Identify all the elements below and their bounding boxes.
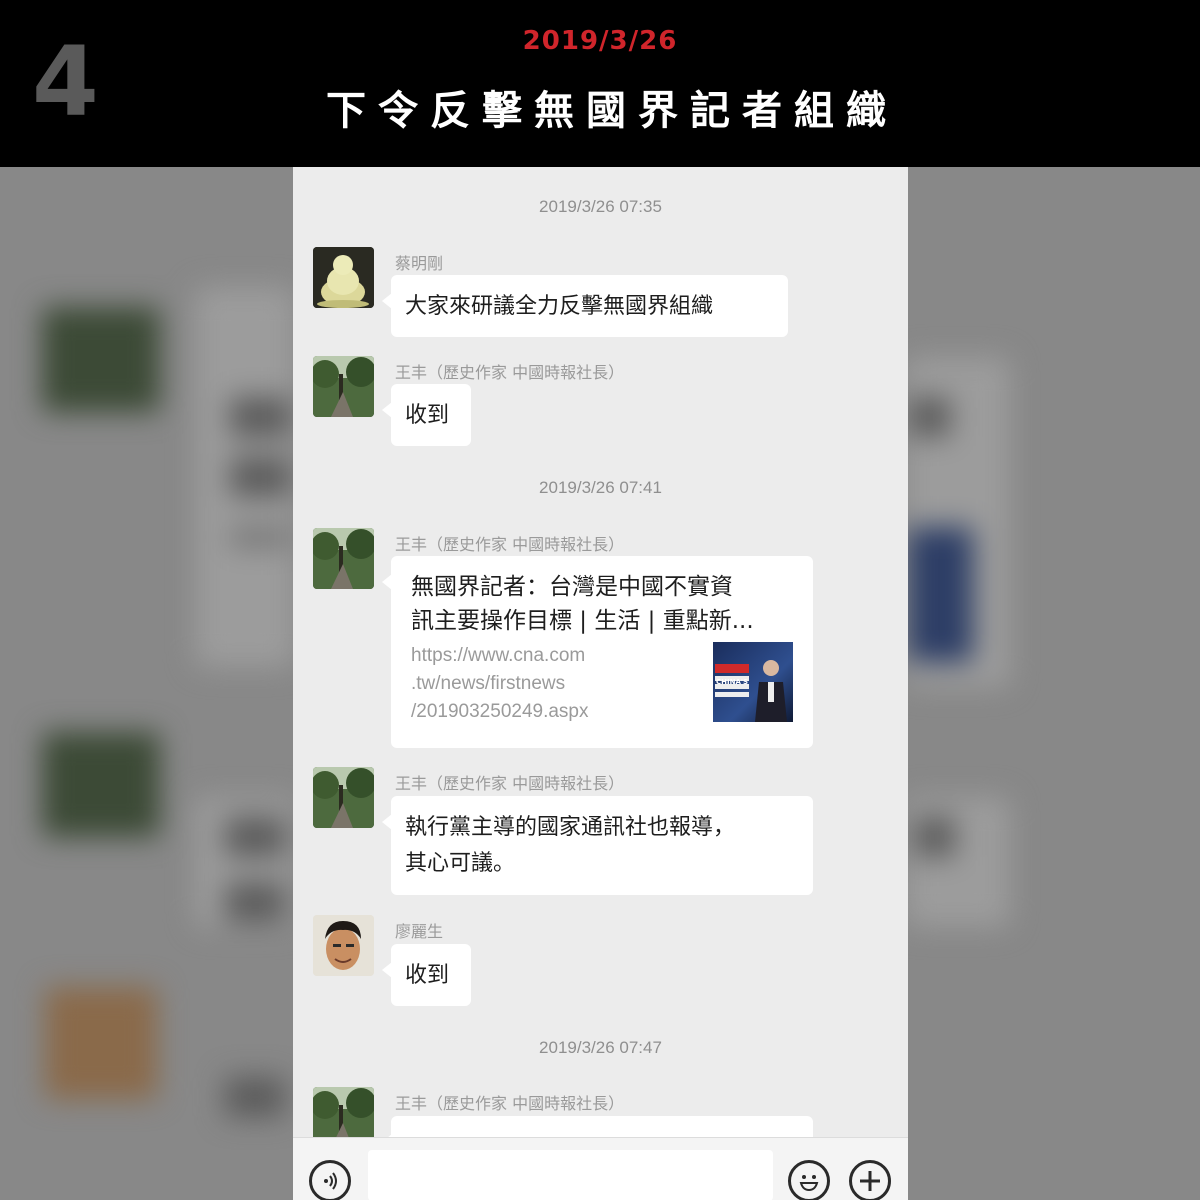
tree-avatar-icon [313, 356, 374, 417]
chat-timestamp: 2019/3/26 07:47 [539, 1038, 662, 1057]
sender-name: 王丰（歷史作家 中國時報社長） [395, 1094, 625, 1113]
link-title-line1: 無國界記者：台灣是中國不實資 [411, 574, 733, 600]
thumbnail-caption: CHINA'S [716, 678, 749, 686]
buddha-avatar-icon [313, 247, 374, 308]
banner-date: 2019/3/26 [522, 26, 678, 56]
message-text: 大家來研議全力反擊無國界組織 [405, 294, 714, 319]
sender-name: 王丰（歷史作家 中國時報社長） [395, 535, 625, 554]
sender-name: 廖麗生 [395, 922, 444, 941]
header-banner: 4 2019/3/26 下令反擊無國界記者組織 [0, 0, 1200, 167]
tree-avatar-icon [313, 767, 374, 828]
input-bar [293, 1137, 908, 1200]
more-button[interactable] [849, 1160, 891, 1200]
chat-panel: 2019/3/26 07:35 蔡明剛 大家來研議全力反擊無國界組織 王丰（歷史… [293, 167, 908, 1200]
voice-button[interactable] [309, 1160, 351, 1200]
man-face-avatar-icon [313, 915, 374, 976]
link-title-line2: 訊主要操作目標 | 生活 | 重點新... [411, 608, 754, 634]
avatar[interactable] [313, 356, 374, 417]
emoji-button[interactable] [788, 1160, 830, 1200]
message-text-line1: 執行黨主導的國家通訊社也報導， [405, 815, 736, 840]
link-thumbnail: CHINA'S [713, 642, 793, 722]
message-text-line2: 其心可議。 [405, 851, 516, 876]
sender-name: 蔡明剛 [395, 254, 444, 273]
avatar[interactable] [313, 247, 374, 308]
voice-icon [324, 1172, 337, 1190]
message-bubble[interactable]: 收到 [382, 384, 471, 446]
banner-title: 下令反擊無國界記者組織 [326, 88, 898, 134]
chat-timestamp: 2019/3/26 07:35 [539, 197, 662, 216]
avatar[interactable] [313, 528, 374, 589]
chat-timestamp: 2019/3/26 07:41 [539, 478, 662, 497]
message-text: 收到 [405, 403, 450, 428]
link-card[interactable]: 無國界記者：台灣是中國不實資 訊主要操作目標 | 生活 | 重點新... htt… [382, 556, 813, 748]
plus-icon [860, 1171, 880, 1191]
message-bubble[interactable]: 執行黨主導的國家通訊社也報導， 其心可議。 [382, 796, 813, 895]
message-bubble[interactable]: 收到 [382, 944, 471, 1006]
message-input[interactable] [368, 1150, 773, 1200]
message-text: 收到 [405, 963, 450, 988]
sender-name: 王丰（歷史作家 中國時報社長） [395, 774, 625, 793]
tree-avatar-icon [313, 528, 374, 589]
avatar[interactable] [313, 915, 374, 976]
emoji-icon [799, 1175, 819, 1192]
sender-name: 王丰（歷史作家 中國時報社長） [395, 363, 625, 382]
message-bubble[interactable]: 大家來研議全力反擊無國界組織 [382, 275, 788, 337]
avatar[interactable] [313, 767, 374, 828]
